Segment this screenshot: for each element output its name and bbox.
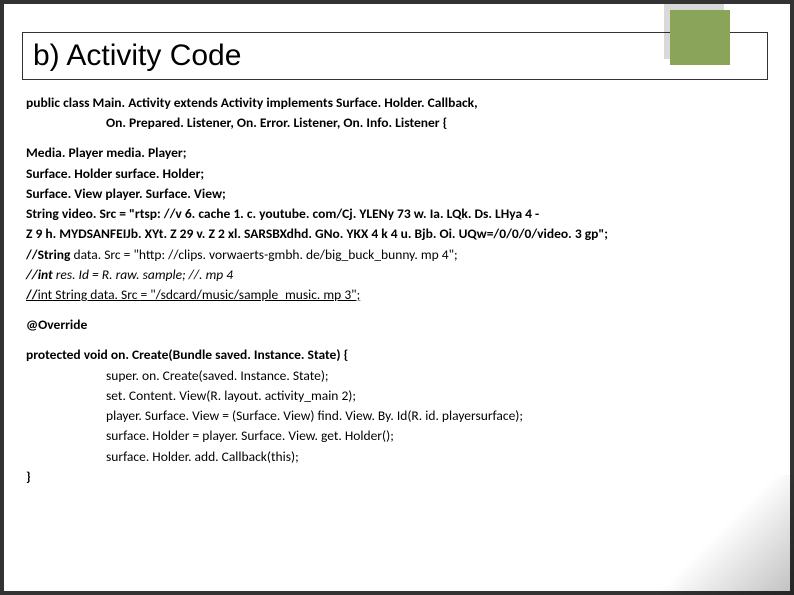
slide-container: b) Activity Code public class Main. Acti… (0, 0, 794, 595)
code-text: int (38, 286, 53, 303)
code-content: public class Main. Activity extends Acti… (26, 94, 768, 571)
code-line: //int res. Id = R. raw. sample; //. mp 4 (26, 266, 768, 284)
code-line: super. on. Create(saved. Instance. State… (26, 367, 768, 385)
code-line: String video. Src = "rtsp: //v 6. cache … (26, 205, 768, 223)
code-line: surface. Holder. add. Callback(this); (26, 448, 768, 466)
code-line: Media. Player media. Player; (26, 144, 768, 162)
code-text: String data. Src = "/sdcard/music/sample… (52, 286, 360, 303)
code-line: public class Main. Activity extends Acti… (26, 94, 768, 112)
code-line: player. Surface. View = (Surface. View) … (26, 407, 768, 425)
code-line: Z 9 h. MYDSANFEIJb. XYt. Z 29 v. Z 2 xl.… (26, 225, 768, 243)
code-line: @Override (26, 316, 768, 334)
code-line: Surface. View player. Surface. View; (26, 185, 768, 203)
code-line: //String data. Src = "http: //clips. vor… (26, 246, 768, 264)
code-text: res. Id = R. raw. (53, 266, 143, 283)
slide-title: b) Activity Code (33, 39, 241, 73)
code-line: //int String data. Src = "/sdcard/music/… (26, 286, 768, 304)
title-bar: b) Activity Code (22, 32, 768, 80)
top-border (4, 0, 790, 4)
accent-block (670, 10, 730, 65)
code-text: //int (26, 266, 53, 283)
code-line: } (26, 468, 768, 486)
code-line: Surface. Holder surface. Holder; (26, 165, 768, 183)
code-text: data. Src = "http: //clips. vorwaerts-gm… (70, 246, 457, 263)
code-text: // (26, 286, 38, 303)
code-line: On. Prepared. Listener, On. Error. Liste… (26, 114, 768, 132)
code-line: surface. Holder = player. Surface. View.… (26, 427, 768, 445)
code-line: set. Content. View(R. layout. activity_m… (26, 387, 768, 405)
code-line: protected void on. Create(Bundle saved. … (26, 346, 768, 364)
code-text: //String (26, 246, 70, 263)
code-text: sample; //. mp 4 (143, 266, 233, 283)
